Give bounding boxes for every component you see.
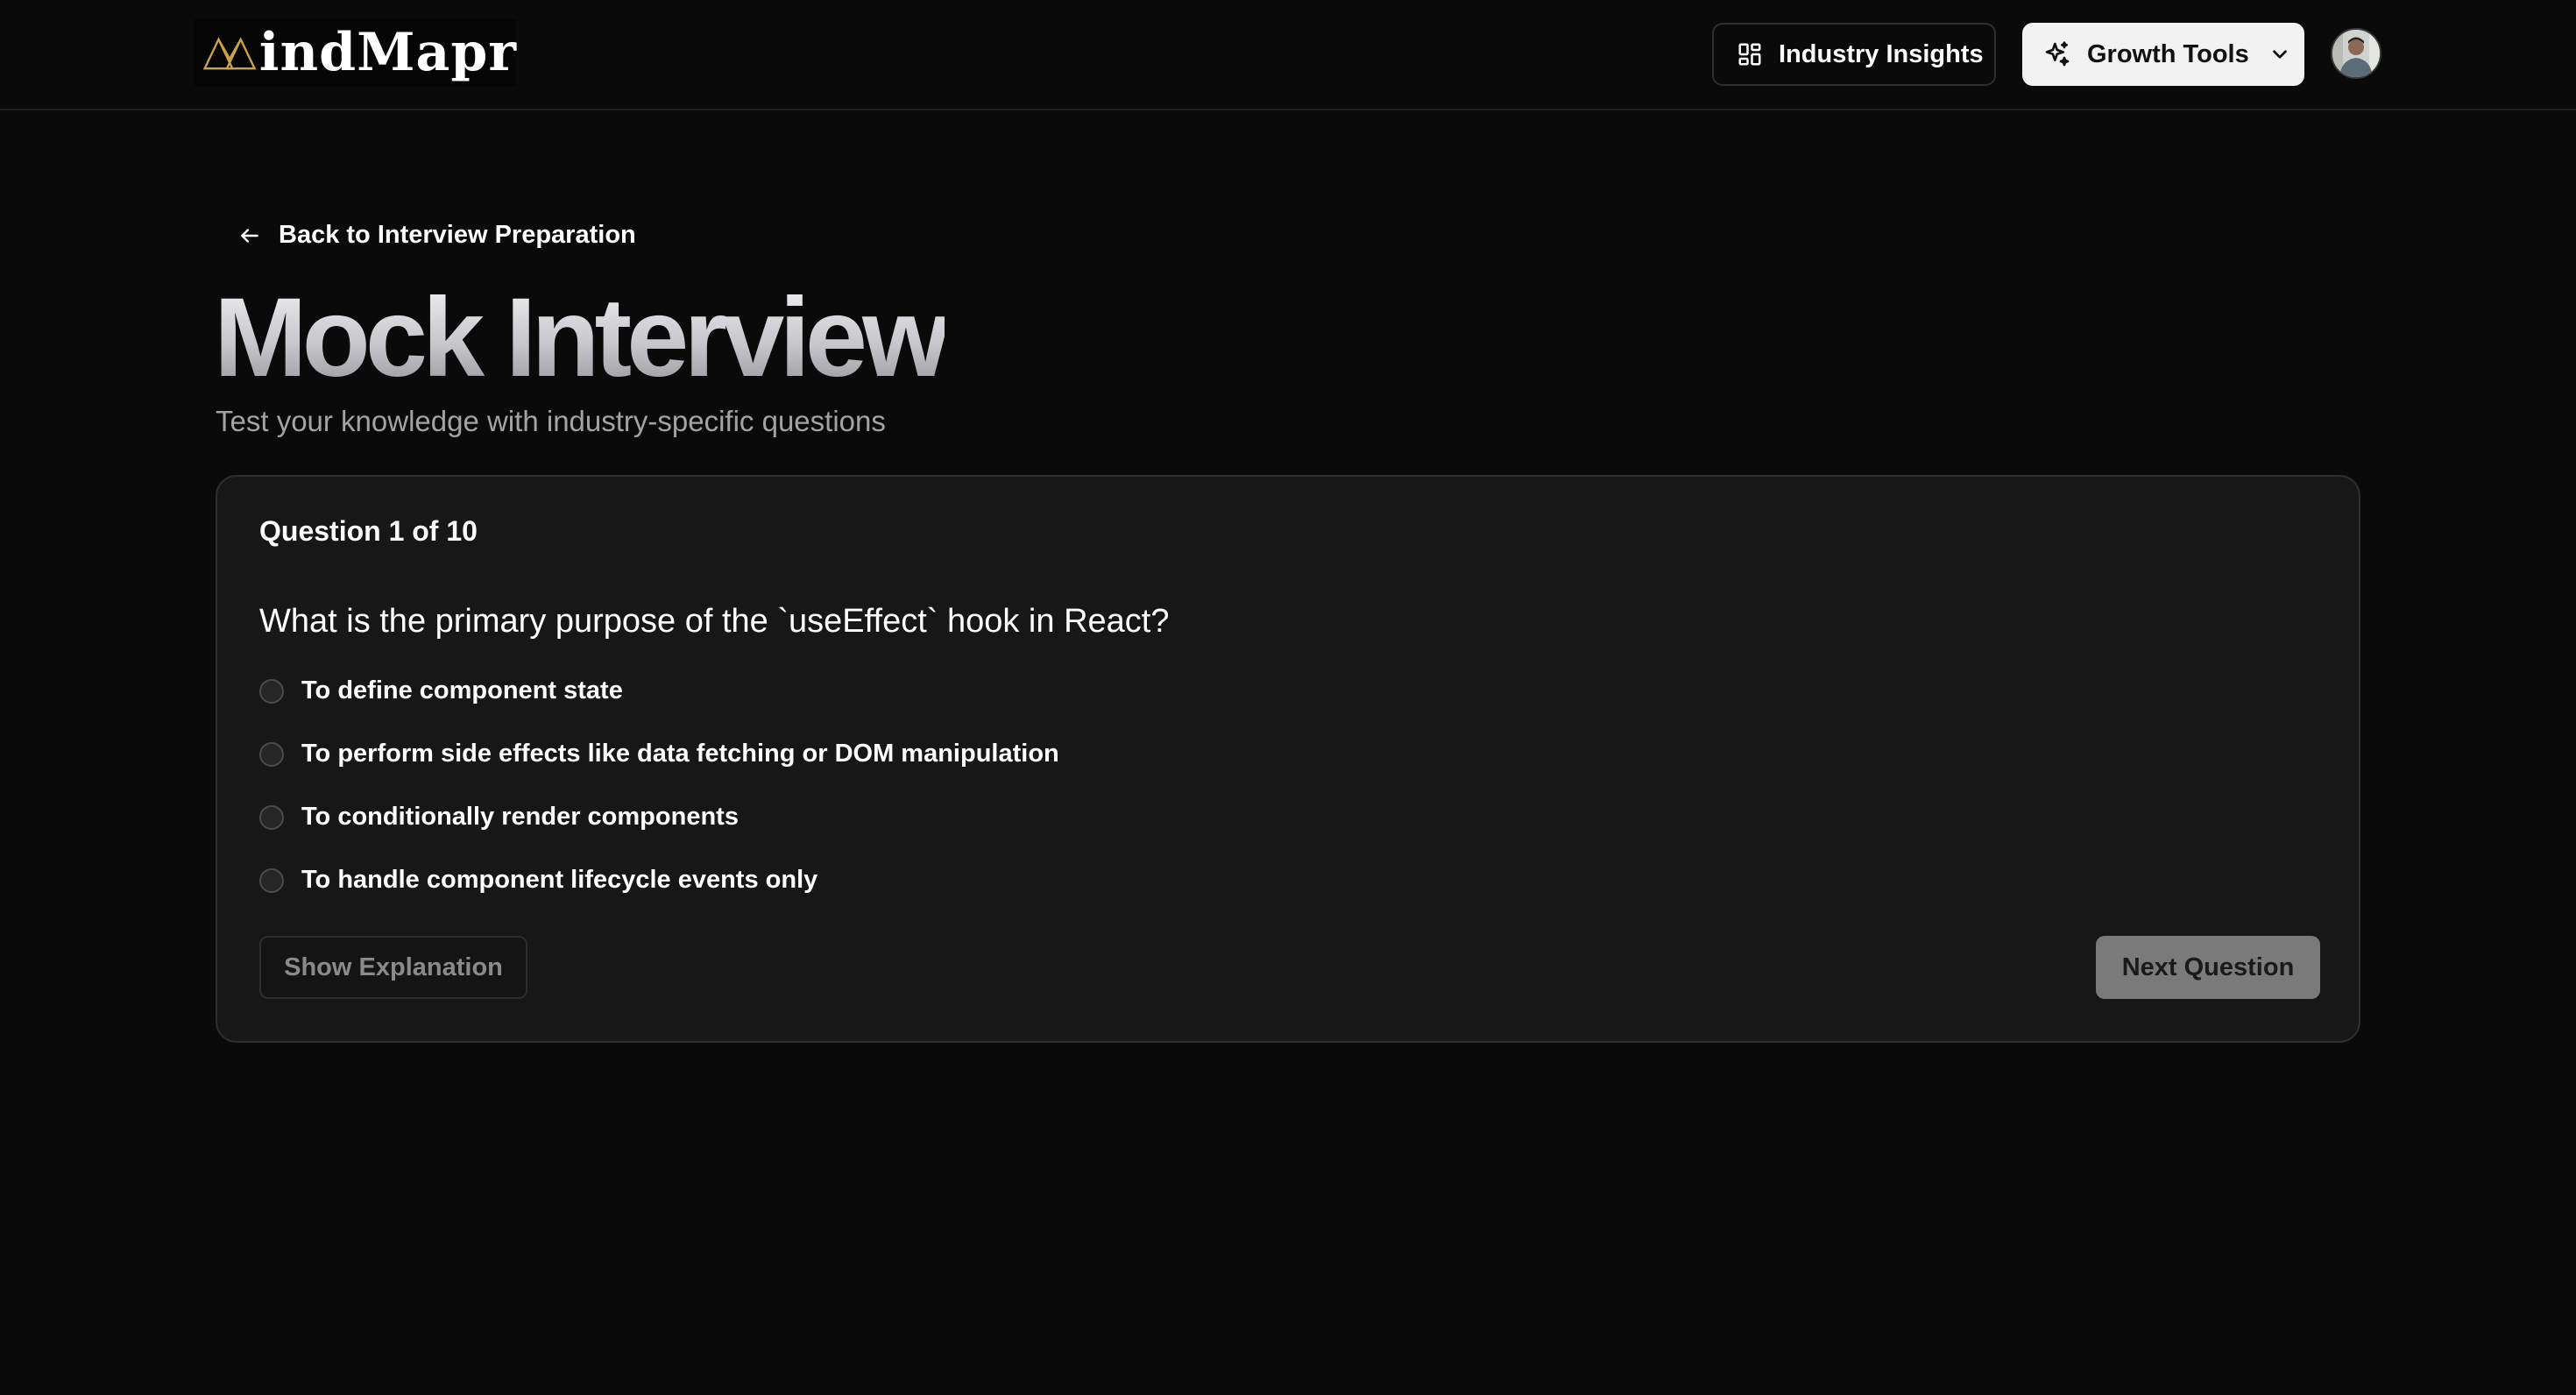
radio-button[interactable]	[259, 804, 284, 830]
logo-text: indMapr	[258, 22, 517, 83]
industry-insights-button[interactable]: Industry Insights	[1712, 23, 1996, 86]
answer-option-label: To define component state	[301, 676, 623, 705]
answer-option-label: To conditionally render components	[301, 803, 739, 831]
question-counter: Question 1 of 10	[259, 515, 478, 547]
answer-option[interactable]: To handle component lifecycle events onl…	[259, 866, 817, 895]
grid-icon	[1738, 43, 1761, 66]
answer-option[interactable]: To conditionally render components	[259, 803, 739, 832]
answer-option[interactable]: To perform side effects like data fetchi…	[259, 740, 1059, 768]
answer-option-label: To handle component lifecycle events onl…	[301, 866, 818, 894]
sparkles-icon	[2045, 41, 2070, 67]
question-text: What is the primary purpose of the `useE…	[259, 603, 1170, 640]
app-logo[interactable]: indMapr	[195, 19, 517, 86]
arrow-left-icon	[241, 228, 258, 243]
growth-tools-dropdown[interactable]: Growth Tools	[2022, 23, 2304, 86]
industry-insights-label: Industry Insights	[1779, 39, 1984, 68]
radio-button[interactable]	[259, 867, 284, 893]
next-question-button[interactable]: Next Question	[2096, 936, 2320, 999]
growth-tools-label: Growth Tools	[2087, 39, 2249, 68]
user-avatar[interactable]	[2331, 28, 2381, 79]
page-title: Mock Interview	[214, 275, 950, 400]
back-to-interview-prep-link[interactable]: Back to Interview Preparation	[238, 221, 636, 250]
user-photo-icon	[2332, 30, 2380, 77]
radio-button[interactable]	[259, 678, 284, 704]
logo-mark-icon	[203, 37, 257, 70]
answer-option-label: To perform side effects like data fetchi…	[301, 740, 1059, 768]
radio-button[interactable]	[259, 741, 284, 767]
page-subtitle: Test your knowledge with industry-specif…	[216, 405, 886, 437]
chevron-down-icon	[2272, 50, 2287, 59]
back-link-label: Back to Interview Preparation	[279, 221, 636, 249]
answer-option[interactable]: To define component state	[259, 676, 623, 705]
show-explanation-button[interactable]: Show Explanation	[259, 936, 527, 999]
top-navigation-bar: indMapr Industry Insights Growth Tools	[0, 0, 2576, 110]
question-card: Question 1 of 10 What is the primary pur…	[216, 475, 2360, 1043]
